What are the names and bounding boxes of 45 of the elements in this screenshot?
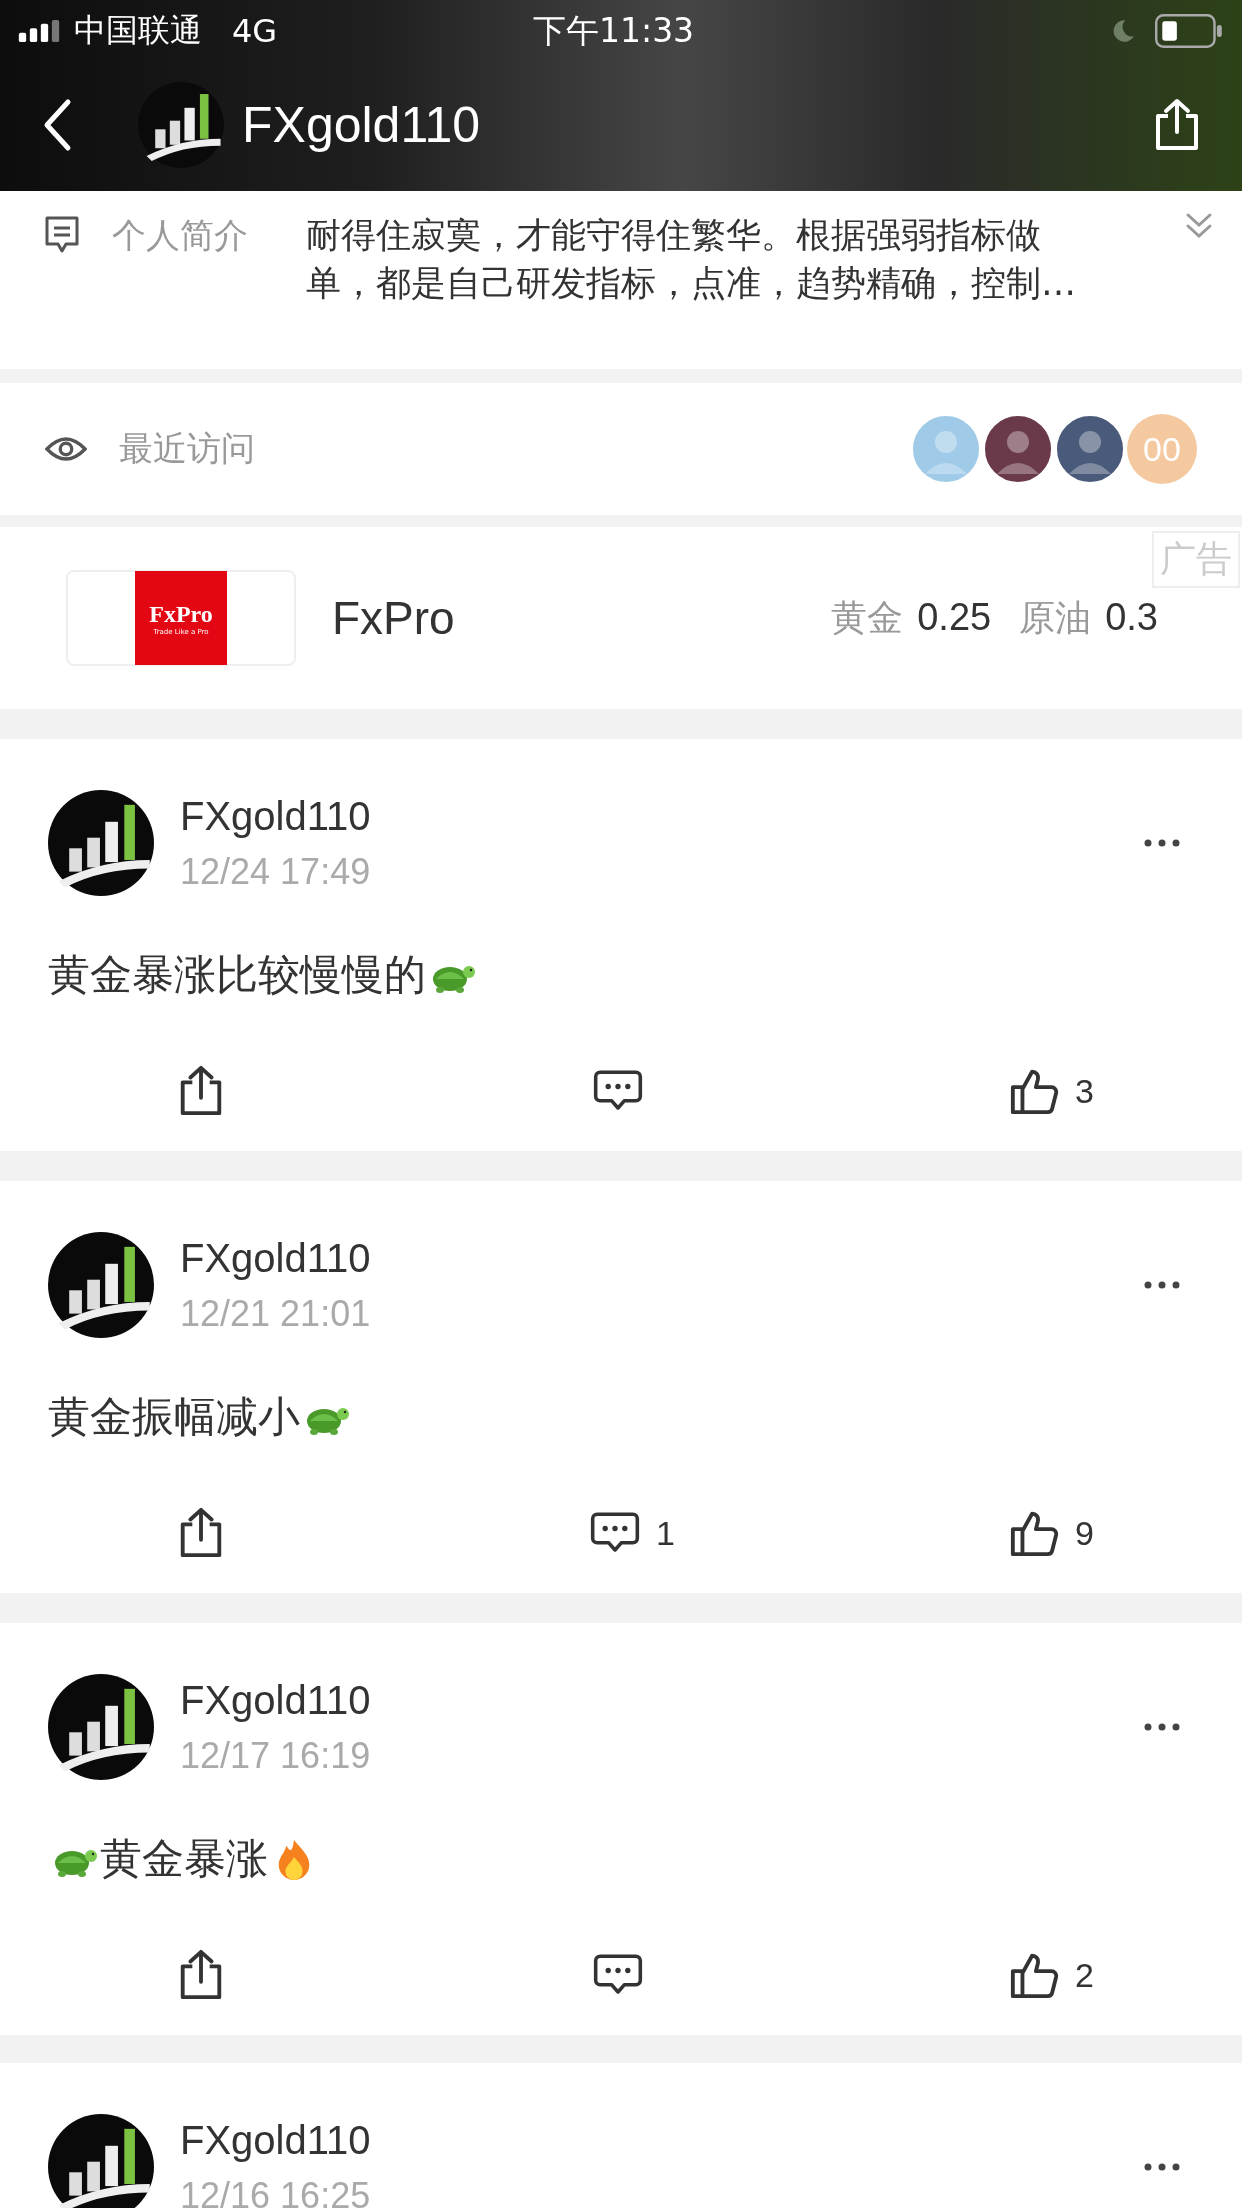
bio-label: 个人简介: [112, 214, 249, 257]
note-icon: [44, 215, 80, 255]
author-avatar[interactable]: [48, 790, 154, 896]
author-avatar[interactable]: [48, 1232, 154, 1338]
signal-icon: [18, 20, 60, 42]
profile-title: FXgold110: [242, 95, 481, 154]
bio-text: 耐得住寂寞，才能守得住繁华。根据强弱指标做单，都是自己研发指标，点准，趋势精确，控制…: [306, 214, 1077, 305]
post-time: 12/21 21:01: [180, 1292, 371, 1336]
more-icon[interactable]: [1144, 1723, 1180, 1731]
quote-label: 原油: [1019, 595, 1092, 640]
quote-value: 0.3: [1105, 595, 1158, 639]
post-text: 黄金暴涨: [100, 1833, 268, 1885]
comment-count: 1: [656, 1513, 675, 1553]
post-time: 12/24 17:49: [180, 850, 371, 894]
quote-label: 黄金: [831, 595, 904, 640]
back-icon[interactable]: [42, 97, 72, 152]
post-text: 黄金暴涨比较慢慢的: [48, 949, 426, 1001]
more-icon[interactable]: [1144, 1281, 1180, 1289]
status-time: 下午11:33: [533, 9, 695, 52]
more-icon[interactable]: [1144, 2163, 1180, 2171]
like-count: 2: [1075, 1955, 1094, 1995]
author-name[interactable]: FXgold110: [180, 1671, 371, 1729]
author-name[interactable]: FXgold110: [180, 1229, 371, 1287]
post-text: 黄金振幅减小: [48, 1391, 300, 1443]
battery-icon: [1154, 14, 1224, 48]
expand-icon[interactable]: [1184, 211, 1214, 241]
recent-visits-label: 最近访问: [119, 427, 255, 470]
visitor-avatar[interactable]: [983, 414, 1053, 484]
like-count: 3: [1075, 1071, 1094, 1111]
post-time: 12/16 16:25: [180, 2174, 371, 2208]
avatar-icon: [138, 81, 224, 168]
post-time: 12/17 16:19: [180, 1734, 371, 1778]
visitor-avatar[interactable]: [1055, 414, 1125, 484]
author-avatar[interactable]: [48, 1674, 154, 1780]
logo-text: FxPro: [149, 600, 213, 628]
author-name[interactable]: FXgold110: [180, 787, 371, 845]
author-avatar[interactable]: [48, 2114, 154, 2208]
like-count: 9: [1075, 1513, 1094, 1553]
network-type: 4G: [232, 12, 278, 50]
carrier-name: 中国联通: [74, 10, 202, 51]
more-icon[interactable]: [1144, 839, 1180, 847]
author-name[interactable]: FXgold110: [180, 2111, 371, 2169]
quote-value: 0.25: [917, 595, 992, 639]
advertiser-name: FxPro: [332, 591, 455, 645]
eye-icon: [45, 434, 87, 464]
